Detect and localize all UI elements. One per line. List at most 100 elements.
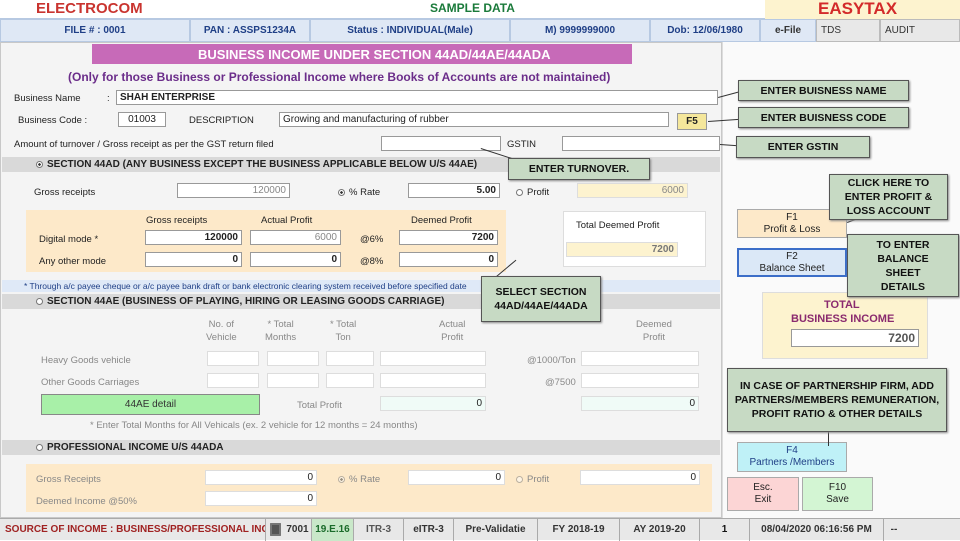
- ada-gross-input[interactable]: 0: [205, 470, 317, 485]
- other-deemed-input[interactable]: 0: [399, 252, 498, 267]
- rate-radio[interactable]: [338, 188, 345, 196]
- section-44ada-radio[interactable]: [36, 444, 43, 451]
- f2-text: Balance Sheet: [759, 262, 825, 274]
- ada-rate-radio[interactable]: [338, 475, 345, 483]
- section-44ae-radio[interactable]: [36, 298, 43, 305]
- other-months-input[interactable]: [267, 373, 319, 388]
- 44ae-detail-button[interactable]: 44AE detail: [41, 394, 260, 415]
- status-version: 19.E.16: [312, 518, 354, 541]
- other-carriages-label: Other Goods Carriages: [41, 377, 140, 388]
- callout-balance-sheet: TO ENTER BALANCE SHEET DETAILS: [847, 234, 959, 297]
- col-actual-profit-44ae: Actual Profit: [439, 318, 465, 344]
- heavy-no-input[interactable]: [207, 351, 259, 366]
- status-bar: SOURCE OF INCOME : BUSINESS/PROFESSIONAL…: [0, 518, 960, 541]
- source-of-income: SOURCE OF INCOME : BUSINESS/PROFESSIONAL…: [0, 518, 266, 541]
- other-no-input[interactable]: [207, 373, 259, 388]
- col-gross-receipts: Gross receipts: [146, 215, 208, 226]
- gross-receipts-input[interactable]: 120000: [177, 183, 290, 198]
- digital-deemed-input[interactable]: 7200: [399, 230, 498, 245]
- rate-label: % Rate: [349, 187, 381, 198]
- col-no-1: No. of: [208, 319, 234, 330]
- profit-radio[interactable]: [516, 188, 523, 196]
- profit-input[interactable]: 6000: [577, 183, 688, 198]
- rate-input[interactable]: 5.00: [408, 183, 500, 198]
- calculator-glyph: [269, 523, 281, 536]
- other-ton-input[interactable]: [326, 373, 374, 388]
- other-actual-input-44ae[interactable]: [380, 373, 486, 388]
- file-number: FILE # : 0001: [0, 19, 190, 42]
- f10-save-button[interactable]: F10 Save: [802, 477, 873, 511]
- f5-button[interactable]: F5: [677, 113, 707, 130]
- f4-partners-button[interactable]: F4 Partners /Members: [737, 442, 847, 472]
- other-deemed-input-44ae[interactable]: [581, 373, 699, 388]
- digital-gross-input[interactable]: 120000: [145, 230, 242, 245]
- easytax-logo: EASYTAX: [818, 0, 898, 18]
- section-44ada-title: PROFESSIONAL INCOME U/S 44ADA: [47, 442, 224, 453]
- col-deemed-profit: Deemed Profit: [411, 215, 472, 226]
- digital-actual-input[interactable]: 6000: [250, 230, 341, 245]
- total-profit-label: Total Profit: [297, 400, 342, 411]
- ada-profit-label: Profit: [527, 474, 550, 485]
- digital-rate: @6%: [360, 234, 384, 245]
- pan-number: PAN : ASSPS1234A: [190, 19, 310, 42]
- calculator-icon[interactable]: [266, 519, 284, 541]
- esc-exit-button[interactable]: Esc. Exit: [727, 477, 799, 511]
- other-mode-label: Any other mode: [39, 256, 107, 267]
- col-months-2: Months: [265, 332, 297, 343]
- other-actual-input[interactable]: 0: [250, 252, 341, 267]
- f4-text: Partners /Members: [749, 457, 835, 468]
- tds-label: TDS: [821, 25, 841, 36]
- status-info: Status : INDIVIDUAL(Male): [310, 19, 510, 42]
- section-44ad-radio[interactable]: [36, 161, 43, 168]
- heavy-rate: @1000/Ton: [527, 355, 576, 366]
- tds-tab[interactable]: TDS: [816, 19, 880, 42]
- heavy-months-input[interactable]: [267, 351, 319, 366]
- status-eitr[interactable]: eITR-3: [404, 518, 454, 541]
- section-44ae-bar[interactable]: SECTION 44AE (BUSINESS OF PLAYING, HIRIN…: [2, 294, 720, 309]
- status-itr[interactable]: ITR-3: [354, 518, 404, 541]
- f2-key: F2: [786, 250, 798, 262]
- other-gross-input[interactable]: 0: [145, 252, 242, 267]
- business-code-input[interactable]: 01003: [118, 112, 166, 127]
- leader-line-partner: [828, 432, 829, 446]
- section-44ada-bar[interactable]: PROFESSIONAL INCOME U/S 44ADA: [2, 440, 720, 455]
- description-input[interactable]: Growing and manufacturing of rubber: [279, 112, 669, 127]
- section-44ae-title: SECTION 44AE (BUSINESS OF PLAYING, HIRIN…: [47, 296, 445, 307]
- efile-button[interactable]: e-File: [760, 19, 816, 42]
- f1-key: F1: [786, 211, 798, 223]
- ada-rate-label: % Rate: [349, 474, 381, 485]
- ada-profit-radio[interactable]: [516, 475, 523, 483]
- ada-profit-input[interactable]: 0: [580, 470, 700, 485]
- description-label: DESCRIPTION: [189, 115, 254, 126]
- ada-rate-wrap[interactable]: % Rate: [338, 474, 380, 485]
- callout-enter-gstin: ENTER GSTIN: [736, 136, 870, 158]
- sample-data-title: SAMPLE DATA: [430, 1, 515, 15]
- gstin-input[interactable]: [562, 136, 720, 151]
- status-page: 1: [700, 518, 750, 541]
- audit-label: AUDIT: [885, 25, 915, 36]
- esc-text: Exit: [754, 494, 772, 505]
- turnover-label: Amount of turnover / Gross receipt as pe…: [14, 139, 274, 150]
- heavy-ton-input[interactable]: [326, 351, 374, 366]
- f10-text: Save: [826, 494, 849, 505]
- col-actual-1: Actual: [439, 319, 466, 330]
- col-months-1: * Total: [267, 319, 294, 330]
- ada-rate-input[interactable]: 0: [408, 470, 505, 485]
- callout-profit-loss: CLICK HERE TO ENTER PROFIT & LOSS ACCOUN…: [829, 174, 948, 220]
- f2-balance-sheet-button[interactable]: F2 Balance Sheet: [737, 248, 847, 277]
- callout-partnership: IN CASE OF PARTNERSHIP FIRM, ADD PARTNER…: [727, 368, 947, 432]
- col-deemed-2: Profit: [642, 332, 666, 343]
- heavy-actual-input[interactable]: [380, 351, 486, 366]
- col-ton-1: * Total: [330, 319, 357, 330]
- profit-radio-wrap[interactable]: Profit: [516, 187, 549, 198]
- mobile-number: M) 9999999000: [510, 19, 650, 42]
- business-name-input[interactable]: SHAH ENTERPRISE: [116, 90, 718, 105]
- rate-radio-wrap[interactable]: % Rate: [338, 187, 380, 198]
- gross-receipts-label: Gross receipts: [34, 187, 96, 198]
- ada-profit-wrap[interactable]: Profit: [516, 474, 549, 485]
- form-subtitle: (Only for those Business or Professional…: [68, 70, 611, 84]
- status-pre-validate[interactable]: Pre-Validatie: [454, 518, 538, 541]
- business-name-colon: :: [107, 93, 110, 104]
- audit-tab[interactable]: AUDIT: [880, 19, 960, 42]
- heavy-deemed-input[interactable]: [581, 351, 699, 366]
